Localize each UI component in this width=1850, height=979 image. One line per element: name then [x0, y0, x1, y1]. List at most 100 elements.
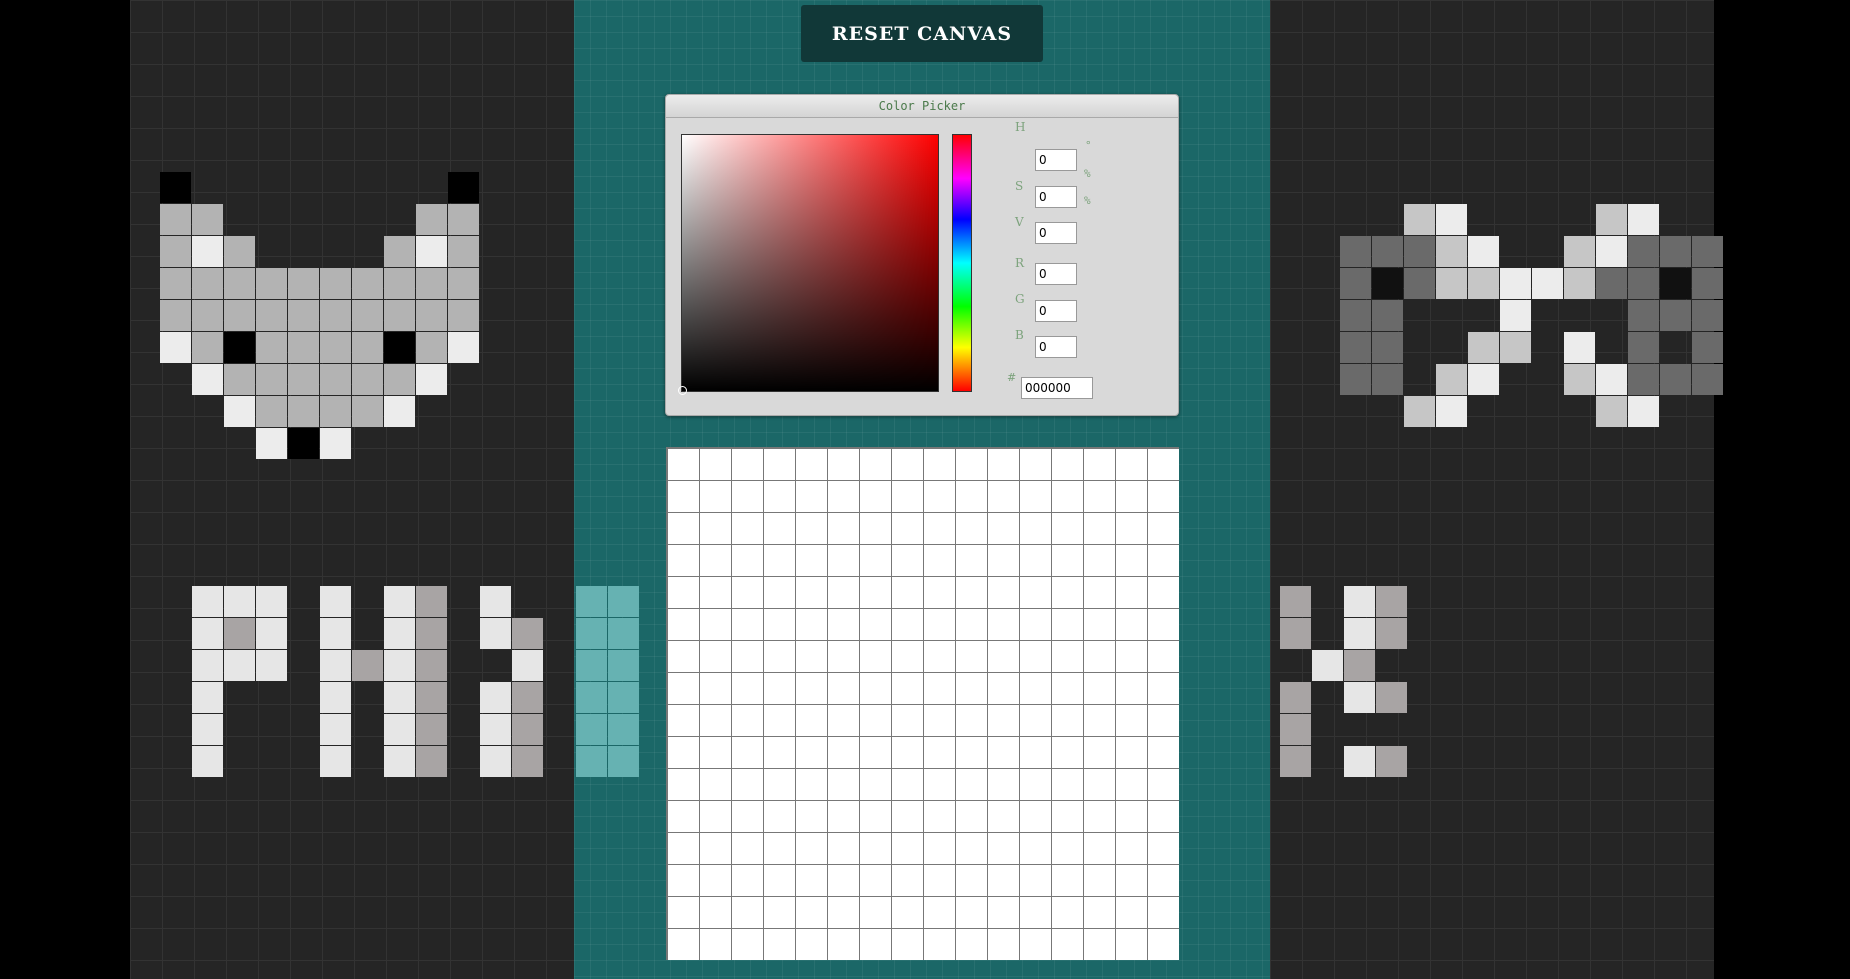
- pixel-cell: [1692, 268, 1723, 299]
- pixel-cell: [1372, 268, 1403, 299]
- pixel-cell: [1376, 586, 1407, 617]
- value-field[interactable]: [1035, 222, 1077, 244]
- pixel-drawing-canvas[interactable]: [666, 447, 1179, 960]
- hue-unit: °: [1085, 139, 1092, 152]
- pixel-cell: [480, 586, 511, 617]
- pixel-cell: [1372, 364, 1403, 395]
- pixel-cell: [448, 300, 479, 331]
- red-label: R: [1015, 256, 1025, 270]
- saturation-label: S: [1015, 179, 1024, 193]
- pixel-cell: [384, 268, 415, 299]
- value-unit: %: [1084, 194, 1091, 207]
- pixel-cell: [256, 618, 287, 649]
- pixel-cell: [192, 682, 223, 713]
- pixel-cell: [352, 650, 383, 681]
- color-picker-panel: Color Picker H ° S % V % R G B #: [665, 94, 1179, 416]
- hue-field[interactable]: [1035, 149, 1077, 171]
- pixel-cell: [416, 364, 447, 395]
- pixel-cell: [192, 204, 223, 235]
- pixel-cell: [1344, 682, 1375, 713]
- reset-canvas-button[interactable]: RESET CANVAS: [801, 5, 1043, 62]
- hex-field[interactable]: [1021, 377, 1093, 399]
- pixel-cell: [224, 396, 255, 427]
- pixel-cell: [1532, 268, 1563, 299]
- pixel-cell: [160, 332, 191, 363]
- pixel-cell: [1344, 586, 1375, 617]
- pixel-cell: [1692, 332, 1723, 363]
- pixel-cell: [416, 618, 447, 649]
- pixel-cell: [160, 236, 191, 267]
- saturation-field[interactable]: [1035, 186, 1077, 208]
- pixel-cell: [608, 650, 639, 681]
- pixel-cell: [1404, 204, 1435, 235]
- pixel-cell: [160, 300, 191, 331]
- pixel-cell: [576, 586, 607, 617]
- pixel-cell: [416, 204, 447, 235]
- pixel-cell: [320, 618, 351, 649]
- pixel-cell: [160, 172, 191, 203]
- pixel-cell: [384, 714, 415, 745]
- red-field[interactable]: [1035, 263, 1077, 285]
- pixel-cell: [1280, 746, 1311, 777]
- pixel-cell: [320, 332, 351, 363]
- pixel-cell: [1372, 332, 1403, 363]
- pixel-cell: [384, 300, 415, 331]
- pixel-cell: [256, 300, 287, 331]
- pixel-cell: [1628, 204, 1659, 235]
- pixel-cell: [1628, 300, 1659, 331]
- pixel-cell: [160, 204, 191, 235]
- pixel-cell: [1500, 332, 1531, 363]
- pixel-cell: [320, 714, 351, 745]
- pixel-cell: [256, 332, 287, 363]
- pixel-cell: [256, 428, 287, 459]
- pixel-cell: [1468, 332, 1499, 363]
- pixel-cell: [192, 268, 223, 299]
- pixel-cell: [1468, 268, 1499, 299]
- blue-field[interactable]: [1035, 336, 1077, 358]
- pixel-cell: [1344, 746, 1375, 777]
- pixel-cell: [160, 268, 191, 299]
- pixel-cell: [608, 746, 639, 777]
- pixel-cell: [1340, 300, 1371, 331]
- pixel-cell: [320, 396, 351, 427]
- pixel-cell: [1564, 268, 1595, 299]
- hue-slider[interactable]: [952, 134, 972, 392]
- pixel-cell: [1312, 650, 1343, 681]
- pixel-cell: [224, 586, 255, 617]
- pixel-cell: [224, 364, 255, 395]
- pixel-cell: [1404, 236, 1435, 267]
- pixel-cell: [576, 746, 607, 777]
- pixel-cell: [416, 268, 447, 299]
- pixel-cell: [416, 332, 447, 363]
- pixel-cell: [512, 618, 543, 649]
- pixel-cell: [1436, 396, 1467, 427]
- pixel-cell: [448, 172, 479, 203]
- sv-cursor[interactable]: [678, 386, 687, 395]
- pixel-cell: [1596, 204, 1627, 235]
- pixel-cell: [1564, 236, 1595, 267]
- pixel-cell: [448, 268, 479, 299]
- pixel-cell: [384, 332, 415, 363]
- pixel-cell: [1660, 300, 1691, 331]
- pixel-cell: [1468, 364, 1499, 395]
- pixel-cell: [224, 650, 255, 681]
- hex-label: #: [1007, 371, 1017, 384]
- pixel-cell: [1340, 236, 1371, 267]
- pixel-cell: [1436, 268, 1467, 299]
- pixel-cell: [1628, 268, 1659, 299]
- pixel-cell: [352, 332, 383, 363]
- pixel-cell: [416, 236, 447, 267]
- pixel-cell: [352, 396, 383, 427]
- pixel-cell: [320, 746, 351, 777]
- green-field[interactable]: [1035, 300, 1077, 322]
- saturation-value-area[interactable]: [678, 134, 939, 395]
- pixel-cell: [256, 268, 287, 299]
- pixel-cell: [320, 586, 351, 617]
- pixel-cell: [1596, 236, 1627, 267]
- pixel-cell: [480, 618, 511, 649]
- pixel-cell: [1564, 364, 1595, 395]
- pixel-cell: [192, 714, 223, 745]
- pixel-cell: [448, 204, 479, 235]
- right-background-panel: [1270, 0, 1714, 979]
- pixel-cell: [608, 586, 639, 617]
